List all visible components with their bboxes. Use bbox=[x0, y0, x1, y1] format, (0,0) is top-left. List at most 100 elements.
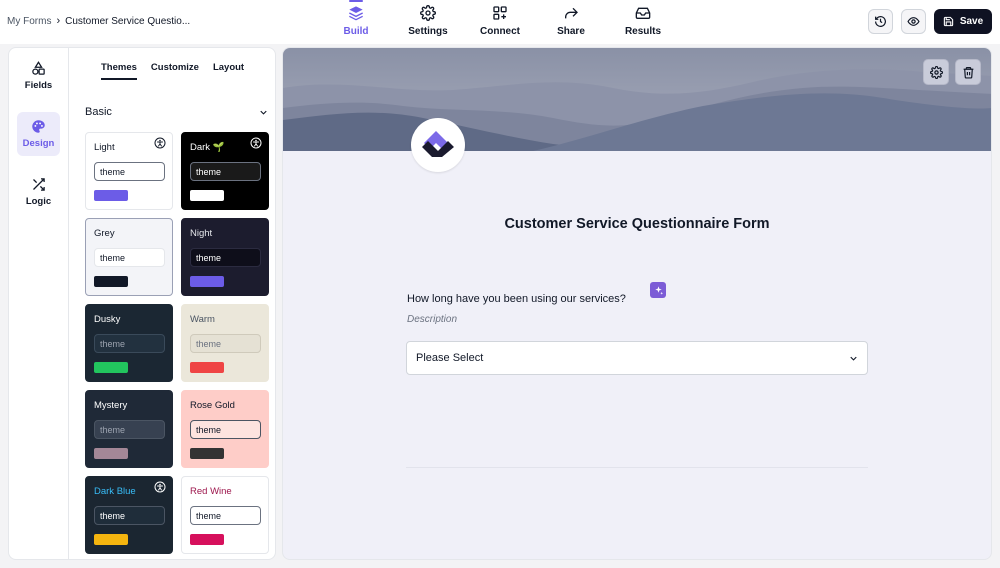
inbox-icon bbox=[635, 7, 651, 19]
rail-item-design-label: Design bbox=[22, 138, 55, 149]
theme-card-mystery[interactable]: Mystery theme bbox=[85, 390, 173, 468]
floppy-disk-icon bbox=[943, 16, 953, 27]
grid-plus-icon bbox=[493, 6, 507, 20]
active-indicator bbox=[349, 0, 363, 2]
tab-themes[interactable]: Themes bbox=[101, 62, 137, 80]
brand-logo-icon bbox=[422, 131, 454, 157]
theme-name: Red Wine bbox=[190, 486, 232, 497]
theme-input-preview: theme bbox=[94, 162, 165, 181]
question-label[interactable]: How long have you been using our service… bbox=[407, 293, 626, 305]
theme-color-swatch bbox=[190, 276, 224, 287]
rail-item-logic-label: Logic bbox=[25, 196, 52, 207]
answer-select[interactable]: Please Select bbox=[406, 341, 868, 375]
design-panel: Fields Design Logic Themes Customize Lay… bbox=[8, 47, 276, 560]
theme-card-night[interactable]: Night theme bbox=[181, 218, 269, 296]
form-divider bbox=[406, 467, 868, 468]
breadcrumb: My Forms › Customer Service Questio... bbox=[7, 15, 190, 27]
nav-results-label: Results bbox=[624, 26, 662, 37]
nav-share[interactable]: Share bbox=[536, 5, 606, 37]
theme-input-preview: theme bbox=[94, 334, 165, 353]
theme-color-swatch bbox=[94, 534, 128, 545]
basic-section-header[interactable]: Basic bbox=[85, 106, 269, 118]
preview-button[interactable] bbox=[901, 9, 926, 34]
theme-input-preview: theme bbox=[190, 162, 261, 181]
theme-name: Warm bbox=[190, 314, 215, 325]
theme-card-dark[interactable]: Dark 🌱 theme bbox=[181, 132, 269, 210]
theme-card-light[interactable]: Light theme bbox=[85, 132, 173, 210]
theme-name: Dark Blue bbox=[94, 486, 136, 497]
theme-input-preview: theme bbox=[190, 506, 261, 525]
tab-customize[interactable]: Customize bbox=[151, 62, 199, 80]
chevron-down-icon bbox=[260, 110, 267, 115]
shapes-icon bbox=[32, 61, 45, 75]
theme-color-swatch bbox=[190, 190, 224, 201]
theme-card-warm[interactable]: Warm theme bbox=[181, 304, 269, 382]
cover-image[interactable] bbox=[283, 48, 991, 151]
layers-icon bbox=[349, 6, 363, 21]
banner-delete-button[interactable] bbox=[955, 59, 981, 85]
nav-connect-label: Connect bbox=[480, 26, 520, 37]
theme-name: Mystery bbox=[94, 400, 128, 411]
theme-card-red-wine[interactable]: Red Wine theme bbox=[181, 476, 269, 554]
trash-icon bbox=[963, 66, 973, 79]
form-title[interactable]: Customer Service Questionnaire Form bbox=[283, 216, 991, 232]
breadcrumb-current-form: Customer Service Questio... bbox=[65, 15, 191, 27]
eye-icon bbox=[907, 17, 920, 26]
theme-color-swatch bbox=[190, 534, 224, 545]
theme-input-preview: theme bbox=[190, 334, 261, 353]
rail-item-logic[interactable]: Logic bbox=[17, 170, 60, 214]
theme-input-preview: theme bbox=[190, 248, 261, 267]
nav-build[interactable]: Build bbox=[321, 0, 391, 37]
history-icon bbox=[875, 16, 886, 27]
mountain-banner-image bbox=[283, 48, 991, 151]
ai-sparkle-button[interactable] bbox=[650, 282, 666, 298]
theme-color-swatch bbox=[94, 190, 128, 201]
section-title: Basic bbox=[85, 106, 112, 118]
theme-color-swatch bbox=[190, 448, 224, 459]
theme-card-grey[interactable]: Grey theme bbox=[85, 218, 173, 296]
design-subtabs: Themes Customize Layout bbox=[101, 62, 258, 80]
breadcrumb-separator: › bbox=[56, 15, 61, 27]
palette-icon bbox=[32, 120, 45, 133]
nav-settings[interactable]: Settings bbox=[393, 5, 463, 37]
banner-settings-button[interactable] bbox=[923, 59, 949, 85]
form-logo[interactable] bbox=[411, 118, 465, 172]
theme-name: Dusky bbox=[94, 314, 121, 325]
theme-name: Rose Gold bbox=[190, 400, 235, 411]
theme-card-dusky[interactable]: Dusky theme bbox=[85, 304, 173, 382]
theme-color-swatch bbox=[190, 362, 224, 373]
theme-color-swatch bbox=[94, 362, 128, 373]
left-rail: Fields Design Logic bbox=[9, 48, 69, 559]
gear-icon bbox=[929, 65, 943, 79]
save-button[interactable]: Save bbox=[934, 9, 992, 34]
chevron-down-icon bbox=[850, 356, 857, 361]
accessibility-icon bbox=[250, 137, 262, 149]
sparkle-icon bbox=[654, 285, 663, 295]
save-label: Save bbox=[959, 16, 984, 27]
history-button[interactable] bbox=[868, 9, 893, 34]
tab-layout[interactable]: Layout bbox=[213, 62, 244, 80]
accessibility-icon bbox=[154, 481, 166, 493]
theme-card-rose-gold[interactable]: Rose Gold theme bbox=[181, 390, 269, 468]
rail-item-fields[interactable]: Fields bbox=[17, 54, 60, 98]
theme-color-swatch bbox=[94, 448, 128, 459]
top-bar: My Forms › Customer Service Questio... B… bbox=[0, 0, 1000, 44]
rail-item-design[interactable]: Design bbox=[17, 112, 60, 156]
nav-results[interactable]: Results bbox=[608, 5, 678, 37]
rail-item-fields-label: Fields bbox=[24, 80, 53, 91]
shuffle-icon bbox=[33, 178, 45, 191]
nav-connect[interactable]: Connect bbox=[465, 5, 535, 37]
theme-input-preview: theme bbox=[190, 420, 261, 439]
theme-color-swatch bbox=[94, 276, 128, 287]
form-preview: Customer Service Questionnaire Form How … bbox=[282, 47, 992, 560]
accessibility-icon bbox=[154, 137, 166, 149]
theme-card-dark-blue[interactable]: Dark Blue theme bbox=[85, 476, 173, 554]
question-description[interactable]: Description bbox=[407, 314, 457, 325]
theme-input-preview: theme bbox=[94, 248, 165, 267]
nav-settings-label: Settings bbox=[408, 26, 448, 37]
breadcrumb-my-forms[interactable]: My Forms bbox=[7, 16, 51, 27]
gear-icon bbox=[420, 5, 436, 21]
theme-name: Night bbox=[190, 228, 213, 239]
nav-build-label: Build bbox=[343, 26, 369, 37]
theme-input-preview: theme bbox=[94, 506, 165, 525]
